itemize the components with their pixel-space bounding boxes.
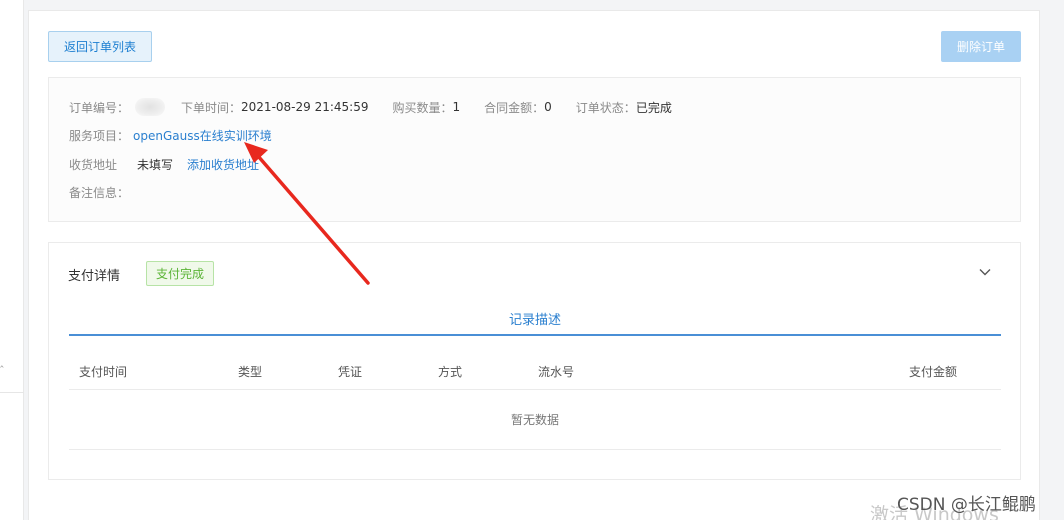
column-header: 凭证 xyxy=(338,365,363,379)
column-header: 流水号 xyxy=(538,365,575,379)
status-value: 已完成 xyxy=(635,100,672,115)
address-row: 收货地址 未填写 添加收货地址 xyxy=(69,156,259,173)
note-row: 备注信息： xyxy=(69,184,129,201)
note-label: 备注信息： xyxy=(69,186,130,200)
tab-record-description[interactable]: 记录描述 xyxy=(69,305,1001,336)
order-time-value: 2021-08-29 21:45:59 xyxy=(241,100,369,114)
add-address-link[interactable]: 添加收货地址 xyxy=(187,156,259,173)
payment-title: 支付详情 xyxy=(68,269,121,284)
service-row: 服务项目： openGauss在线实训环境 xyxy=(69,127,272,144)
back-to-order-list-button[interactable]: 返回订单列表 xyxy=(48,31,152,62)
quantity-label: 购买数量： xyxy=(392,100,453,115)
order-summary-row: 订单编号： 下单时间： 2021-08-29 21:45:59 购买数量： 1 … xyxy=(69,98,672,116)
order-id-label: 订单编号： xyxy=(69,100,130,115)
tab-record-description-label[interactable]: 记录描述 xyxy=(509,305,561,328)
empty-table-message: 暂无数据 xyxy=(69,390,1001,450)
order-info-panel: 订单编号： 下单时间： 2021-08-29 21:45:59 购买数量： 1 … xyxy=(48,77,1021,222)
sidebar-divider xyxy=(0,392,24,393)
right-edge xyxy=(1040,0,1064,520)
status-label: 订单状态： xyxy=(575,100,636,115)
quantity-value: 1 xyxy=(452,100,461,114)
column-header: 支付金额 xyxy=(909,365,958,379)
order-time-label: 下单时间： xyxy=(181,100,242,115)
top-gap xyxy=(24,0,1064,10)
collapse-caret-icon[interactable]: ‸ xyxy=(0,356,4,367)
service-label: 服务项目： xyxy=(69,129,130,143)
order-id-redacted xyxy=(135,98,166,116)
column-header: 方式 xyxy=(438,365,463,379)
column-header: 类型 xyxy=(238,365,263,379)
delete-order-button[interactable]: 删除订单 xyxy=(941,31,1021,62)
left-sidebar-edge: ‸ xyxy=(0,0,24,520)
payment-details-panel: 支付详情 支付完成 记录描述 支付时间 类型 凭证 方式 流水号 支付金额 暂无… xyxy=(48,242,1021,480)
column-header: 支付时间 xyxy=(79,365,128,379)
payment-table-header: 支付时间 类型 凭证 方式 流水号 支付金额 xyxy=(69,351,1001,390)
service-link[interactable]: openGauss在线实训环境 xyxy=(133,127,272,144)
amount-value: 0 xyxy=(544,100,552,114)
address-value: 未填写 xyxy=(137,158,174,172)
payment-status-badge: 支付完成 xyxy=(146,261,214,286)
csdn-watermark: CSDN @长江鲲鹏 xyxy=(897,495,1036,515)
chevron-down-icon[interactable] xyxy=(978,265,992,279)
address-label: 收货地址 xyxy=(69,158,118,172)
amount-label: 合同金额： xyxy=(484,100,545,115)
